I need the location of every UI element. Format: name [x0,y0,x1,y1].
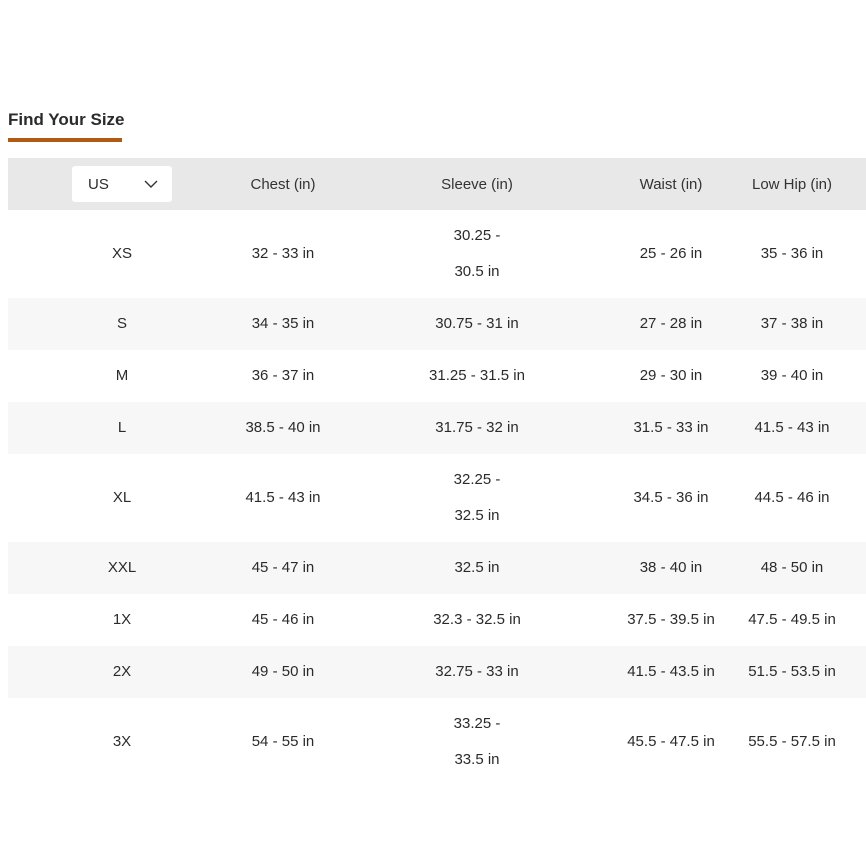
chevron-down-icon [144,180,158,188]
sleeve-value: 30.25 - 30.5 in [453,227,501,280]
size-cell: L [117,419,127,436]
column-header-waist: Waist (in) [639,175,703,193]
waist-cell: 27 - 28 in [639,315,703,332]
hip-cell: 47.5 - 49.5 in [748,611,836,628]
hip-cell: 44.5 - 46 in [754,489,830,506]
table-header-row: US Chest (in) Sleeve (in) Waist (in) Low… [8,158,866,210]
waist-cell: 34.5 - 36 in [633,489,709,506]
size-cell: XS [111,245,132,262]
size-cell: XL [112,489,132,506]
waist-cell: 41.5 - 43.5 in [627,663,715,680]
waist-cell: 45.5 - 47.5 in [627,733,715,750]
table-row: XXL 45 - 47 in 32.5 in 38 - 40 in 48 - 5… [8,542,866,594]
column-header-chest: Chest (in) [250,175,316,193]
hip-cell: 37 - 38 in [760,315,824,332]
sleeve-cell: 32.25 - 32.5 in [330,454,624,542]
waist-cell: 31.5 - 33 in [633,419,709,436]
table-row: S 34 - 35 in 30.75 - 31 in 27 - 28 in 37… [8,298,866,350]
column-header-low-hip: Low Hip (in) [751,175,833,193]
hip-cell: 48 - 50 in [760,559,824,576]
size-cell: 1X [112,611,132,628]
table-row: XL 41.5 - 43 in 32.25 - 32.5 in 34.5 - 3… [8,454,866,542]
table-row: 2X 49 - 50 in 32.75 - 33 in 41.5 - 43.5 … [8,646,866,698]
waist-cell: 37.5 - 39.5 in [627,611,715,628]
unit-select[interactable]: US [72,166,172,202]
hip-cell: 51.5 - 53.5 in [748,663,836,680]
sleeve-cell: 30.25 - 30.5 in [330,210,624,298]
chest-cell: 38.5 - 40 in [245,419,321,436]
size-chart-table: US Chest (in) Sleeve (in) Waist (in) Low… [8,158,866,786]
table-row: 3X 54 - 55 in 33.25 - 33.5 in 45.5 - 47.… [8,698,866,786]
sleeve-cell: 31.75 - 32 in [435,419,519,436]
table-row: M 36 - 37 in 31.25 - 31.5 in 29 - 30 in … [8,350,866,402]
sleeve-value: 33.25 - 33.5 in [453,715,501,768]
size-cell: 3X [112,733,132,750]
waist-cell: 25 - 26 in [639,245,703,262]
chest-cell: 32 - 33 in [251,245,315,262]
chest-cell: 45 - 47 in [251,559,315,576]
table-row: L 38.5 - 40 in 31.75 - 32 in 31.5 - 33 i… [8,402,866,454]
unit-select-value: US [88,175,109,193]
chest-cell: 54 - 55 in [251,733,315,750]
table-row: 1X 45 - 46 in 32.3 - 32.5 in 37.5 - 39.5… [8,594,866,646]
sleeve-cell: 31.25 - 31.5 in [429,367,525,384]
waist-cell: 38 - 40 in [639,559,703,576]
size-cell: M [115,367,129,384]
sleeve-cell: 32.3 - 32.5 in [433,611,521,628]
hip-cell: 55.5 - 57.5 in [748,733,836,750]
sleeve-cell: 32.75 - 33 in [435,663,519,680]
chest-cell: 49 - 50 in [251,663,315,680]
hip-cell: 35 - 36 in [760,245,824,262]
page-title: Find Your Size [8,110,125,129]
sleeve-cell: 33.25 - 33.5 in [330,698,624,786]
title-underline [8,138,122,142]
size-cell: XXL [107,559,137,576]
unit-select-cell: US [8,158,236,210]
chest-cell: 45 - 46 in [251,611,315,628]
sleeve-cell: 30.75 - 31 in [435,315,519,332]
chest-cell: 41.5 - 43 in [245,489,321,506]
waist-cell: 29 - 30 in [639,367,703,384]
hip-cell: 41.5 - 43 in [754,419,830,436]
chest-cell: 34 - 35 in [251,315,315,332]
size-cell: 2X [112,663,132,680]
chest-cell: 36 - 37 in [251,367,315,384]
column-header-sleeve: Sleeve (in) [441,175,513,193]
table-row: XS 32 - 33 in 30.25 - 30.5 in 25 - 26 in… [8,210,866,298]
size-cell: S [116,315,127,332]
sleeve-cell: 32.5 in [454,559,500,576]
sleeve-value: 32.25 - 32.5 in [453,471,501,524]
hip-cell: 39 - 40 in [760,367,824,384]
